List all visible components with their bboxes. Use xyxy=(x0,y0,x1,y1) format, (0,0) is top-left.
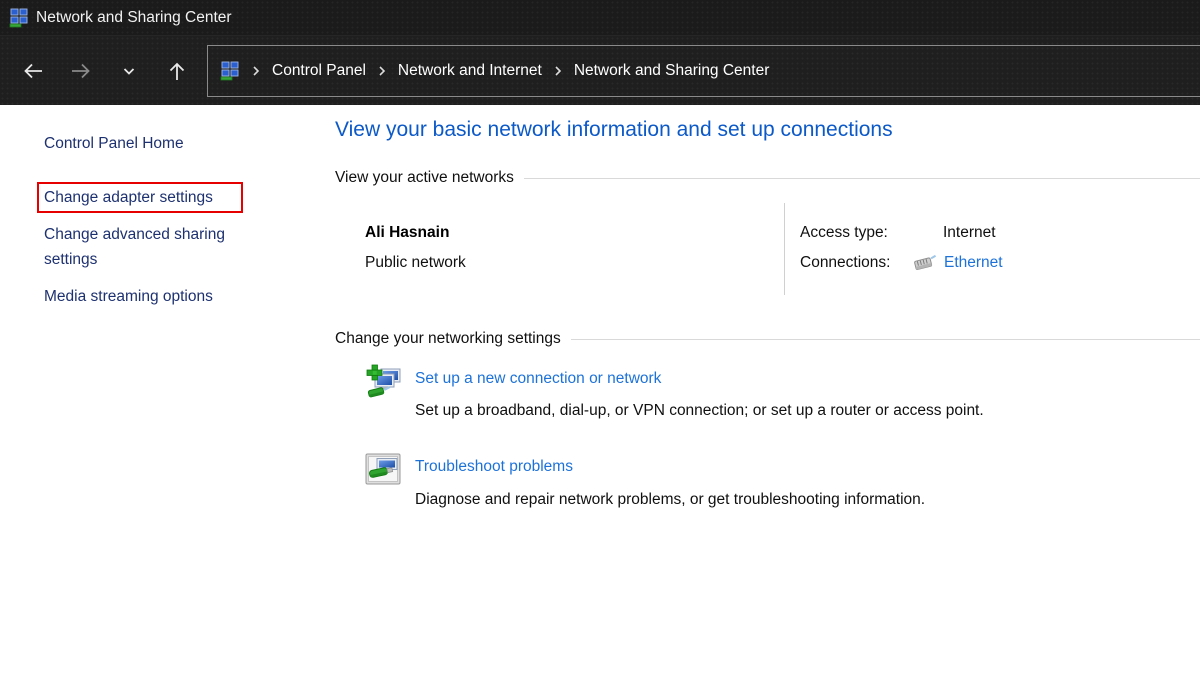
task-setup-connection: Set up a new connection or network Set u… xyxy=(365,362,1200,423)
new-connection-icon xyxy=(365,364,403,402)
section-active-networks-header: View your active networks xyxy=(335,167,1200,189)
sidebar-item-label: Change adapter settings xyxy=(44,189,213,206)
setup-connection-link[interactable]: Set up a new connection or network xyxy=(415,367,661,391)
troubleshoot-description: Diagnose and repair network problems, or… xyxy=(415,488,925,512)
access-type-label: Access type: xyxy=(800,221,943,245)
sidebar-item-control-panel-home[interactable]: Control Panel Home xyxy=(44,131,259,156)
setup-connection-description: Set up a broadband, dial-up, or VPN conn… xyxy=(415,399,984,423)
access-type-row: Access type: Internet xyxy=(800,221,1003,245)
ethernet-icon xyxy=(912,254,938,272)
network-name: Ali Hasnain xyxy=(365,221,784,245)
sidebar-item-media-streaming-options[interactable]: Media streaming options xyxy=(44,284,259,309)
ethernet-link[interactable]: Ethernet xyxy=(944,251,1003,275)
recent-locations-button[interactable] xyxy=(116,56,142,86)
content-area: Control Panel Home Change adapter settin… xyxy=(0,105,1200,675)
sidebar-item-change-advanced-sharing-settings[interactable]: Change advanced sharing settings xyxy=(44,222,259,272)
active-network-panel: Ali Hasnain Public network Access type: … xyxy=(335,203,1200,295)
breadcrumb-separator-icon xyxy=(246,65,266,77)
breadcrumb-separator-icon xyxy=(372,65,392,77)
window-title: Network and Sharing Center xyxy=(36,9,232,27)
access-type-value: Internet xyxy=(943,221,996,245)
arrow-up-icon xyxy=(165,59,189,83)
breadcrumb-network-and-internet[interactable]: Network and Internet xyxy=(392,58,548,84)
task-text: Troubleshoot problems Diagnose and repai… xyxy=(415,451,925,512)
section-label: Change your networking settings xyxy=(335,328,561,350)
app-network-icon xyxy=(9,8,29,28)
task-troubleshoot: Troubleshoot problems Diagnose and repai… xyxy=(365,451,1200,512)
sidebar-item-change-adapter-settings[interactable]: Change adapter settings xyxy=(44,185,259,210)
main-panel: View your basic network information and … xyxy=(335,105,1200,675)
navigation-bar: Control Panel Network and Internet Netwo… xyxy=(0,36,1200,105)
chevron-down-icon xyxy=(121,63,137,79)
network-identity: Ali Hasnain Public network xyxy=(335,203,785,295)
connections-label: Connections: xyxy=(800,251,912,275)
page-title: View your basic network information and … xyxy=(335,115,1200,145)
forward-button[interactable] xyxy=(68,56,94,86)
sidebar: Control Panel Home Change adapter settin… xyxy=(0,105,335,675)
section-networking-settings-header: Change your networking settings xyxy=(335,328,1200,350)
breadcrumb-network-and-sharing-center[interactable]: Network and Sharing Center xyxy=(568,58,776,84)
task-icon-wrap xyxy=(365,362,415,423)
arrow-right-icon xyxy=(69,59,93,83)
arrow-left-icon xyxy=(21,59,45,83)
section-label: View your active networks xyxy=(335,167,514,189)
troubleshoot-icon xyxy=(365,453,401,485)
network-type: Public network xyxy=(365,251,784,275)
connections-row: Connections: Ethernet xyxy=(800,251,1003,275)
section-divider-line xyxy=(571,339,1200,340)
up-button[interactable] xyxy=(164,56,190,86)
troubleshoot-problems-link[interactable]: Troubleshoot problems xyxy=(415,455,573,479)
breadcrumb-separator-icon xyxy=(548,65,568,77)
window-titlebar: Network and Sharing Center xyxy=(0,0,1200,36)
breadcrumb-control-panel[interactable]: Control Panel xyxy=(266,58,372,84)
network-details: Access type: Internet Connections: Ether… xyxy=(785,203,1003,295)
section-divider-line xyxy=(524,178,1200,179)
task-text: Set up a new connection or network Set u… xyxy=(415,362,984,423)
network-location-icon xyxy=(220,61,240,81)
back-button[interactable] xyxy=(20,56,46,86)
address-bar[interactable]: Control Panel Network and Internet Netwo… xyxy=(207,45,1200,97)
nav-controls xyxy=(20,36,190,105)
task-icon-wrap xyxy=(365,451,415,512)
